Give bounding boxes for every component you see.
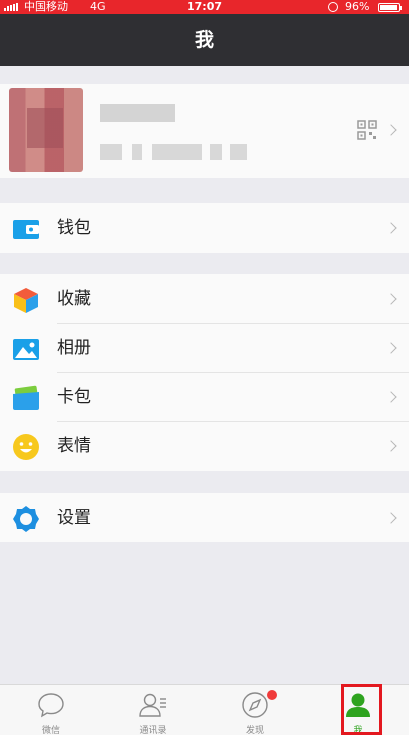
- settings-group: 设置: [0, 493, 409, 542]
- chevron-right-icon: [385, 512, 397, 524]
- menu-item-cards[interactable]: 卡包: [0, 372, 409, 422]
- chevron-right-icon: [385, 440, 397, 452]
- features-group: 收藏 相册 卡包 表情: [0, 274, 409, 471]
- tab-discover[interactable]: 发现: [204, 685, 306, 735]
- album-icon: [13, 339, 39, 360]
- menu-label: 相册: [57, 338, 91, 358]
- nav-bar: 我: [0, 14, 409, 66]
- chevron-right-icon: [385, 391, 397, 403]
- gear-icon: [13, 506, 39, 532]
- qr-code-icon[interactable]: [357, 120, 377, 140]
- wallet-group: 钱包: [0, 203, 409, 253]
- rotation-lock-icon: [328, 2, 338, 12]
- contacts-icon: [139, 693, 166, 717]
- chevron-right-icon: [385, 342, 397, 354]
- wallet-icon: [13, 220, 39, 239]
- battery-icon: [378, 3, 402, 12]
- battery-percentage: 96%: [345, 0, 370, 13]
- chevron-right-icon: [385, 124, 397, 136]
- menu-item-album[interactable]: 相册: [0, 323, 409, 373]
- menu-label: 钱包: [57, 218, 91, 238]
- menu-label: 设置: [57, 508, 91, 528]
- blurred-wechat-id: [132, 144, 142, 160]
- menu-item-settings[interactable]: 设置: [0, 493, 409, 543]
- menu-item-stickers[interactable]: 表情: [0, 421, 409, 471]
- page-title: 我: [194, 29, 214, 51]
- profile-card[interactable]: [0, 84, 409, 178]
- avatar[interactable]: [9, 88, 83, 172]
- blurred-wechat-id: [210, 144, 222, 160]
- status-bar: 中国移动 4G 17:07 96%: [0, 0, 409, 14]
- chevron-right-icon: [385, 293, 397, 305]
- tab-label: 微信: [41, 726, 60, 735]
- chevron-right-icon: [385, 222, 397, 234]
- notification-dot: [267, 690, 277, 700]
- chat-bubble-icon: [38, 693, 64, 718]
- tab-label: 发现: [245, 726, 264, 735]
- smiley-icon: [13, 434, 39, 460]
- menu-item-favorites[interactable]: 收藏: [0, 274, 409, 324]
- card-wallet-icon: [13, 385, 39, 410]
- blurred-wechat-id: [152, 144, 202, 160]
- blurred-username: [100, 104, 175, 122]
- menu-item-wallet[interactable]: 钱包: [0, 203, 409, 253]
- highlight-box: [341, 684, 382, 735]
- tab-contacts[interactable]: 通讯录: [102, 685, 204, 735]
- blurred-wechat-id: [100, 144, 122, 160]
- compass-icon: [242, 692, 268, 718]
- tab-chats[interactable]: 微信: [0, 685, 102, 735]
- menu-label: 卡包: [57, 387, 91, 407]
- menu-label: 表情: [57, 436, 91, 456]
- cube-icon: [14, 288, 38, 313]
- blurred-wechat-id: [230, 144, 247, 160]
- tab-label: 通讯录: [139, 726, 167, 735]
- menu-label: 收藏: [57, 289, 91, 309]
